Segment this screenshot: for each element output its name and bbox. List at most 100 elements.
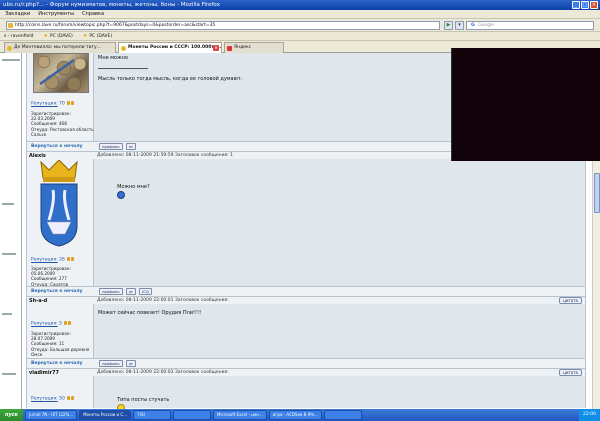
- reputation-link[interactable]: Репутация:: [31, 322, 58, 327]
- sidebar-line: [2, 203, 14, 205]
- tab-label: Де Монтевилла: мы потерели тигу...: [14, 45, 101, 50]
- post-header: Sh-a-d Добавлено: 08-11-2009 22:00:01 За…: [27, 296, 585, 304]
- reputation-link[interactable]: Репутация:: [31, 102, 58, 107]
- medal-icon: [64, 321, 68, 325]
- icq-button[interactable]: ICQ: [139, 288, 152, 295]
- navigation-bar: http://coins.lave.ru/forum/viewtopic.php…: [0, 19, 600, 32]
- post-author-column: Репутация: 50: [27, 376, 94, 408]
- post-footer: Вернуться к началу профиль лс ICQ: [27, 286, 585, 296]
- post-author-column: Репутация: 5 Зарегистрирован: 28.07.2009…: [27, 304, 94, 358]
- post-footer: Вернуться к началу профиль лс: [27, 358, 585, 368]
- coins-photo-icon: [37, 55, 87, 92]
- taskbar-item[interactable]: 7(6): [133, 410, 172, 420]
- reputation-value: 70: [59, 101, 65, 107]
- reputation: Репутация: 5: [31, 321, 72, 327]
- post-row: Репутация: 5 Зарегистрирован: 28.07.2009…: [27, 304, 585, 358]
- favicon-icon: [7, 46, 12, 51]
- post-body: Может сейчас повезет! Орудия Пли!!!!: [94, 304, 585, 358]
- reputation-link[interactable]: Репутация:: [31, 258, 58, 263]
- medal-icon: [71, 396, 75, 400]
- bookmark-label: PC (DAVE): [89, 33, 113, 39]
- sidebar-line: [2, 373, 16, 375]
- post-header: vladimir77 Добавлено: 08-11-2009 22:00:0…: [27, 368, 585, 376]
- bookmark-label: s - ravenfield: [4, 33, 34, 39]
- post-text-content: Можно мне?: [117, 184, 150, 190]
- pm-button[interactable]: лс: [125, 360, 137, 367]
- avatar: [33, 53, 89, 93]
- yandex-icon: [227, 46, 232, 51]
- user-info: Зарегистрирован: 05.06.2009 Сообщения: 2…: [31, 266, 71, 287]
- bookmark-item[interactable]: s - ravenfield: [4, 32, 33, 40]
- post-actions: профиль лс: [99, 360, 137, 367]
- back-to-top-link[interactable]: Вернуться к началу: [31, 361, 82, 366]
- scrollbar-thumb[interactable]: [594, 173, 600, 213]
- sidebar-line: [2, 253, 16, 255]
- favicon-icon: [121, 46, 126, 51]
- profile-button[interactable]: профиль: [99, 143, 123, 150]
- taskbar-item[interactable]: [173, 410, 212, 420]
- post-meta: Добавлено: 08-11-2009 22:00:01 Заголовок…: [97, 298, 229, 303]
- pm-button[interactable]: лс: [125, 288, 137, 295]
- forum-post: Alexis Добавлено: 08-11-2009 21:59:59 За…: [26, 151, 586, 296]
- video-overlay-window[interactable]: [451, 48, 600, 161]
- site-icon: [8, 23, 13, 28]
- quote-button[interactable]: цитата: [559, 297, 582, 304]
- medal-icon: [67, 396, 71, 400]
- quote-button[interactable]: цитата: [559, 369, 582, 376]
- taskbar-item[interactable]: [323, 410, 362, 420]
- back-to-top-link[interactable]: Вернуться к началу: [31, 144, 82, 149]
- medal-icon: [71, 101, 75, 105]
- medal-icon: [67, 257, 71, 261]
- reputation-link[interactable]: Репутация:: [31, 397, 58, 402]
- close-icon[interactable]: ×: [590, 1, 598, 9]
- post-text: Можно мне?: [98, 177, 150, 207]
- menu-bookmarks[interactable]: Закладки: [5, 10, 30, 18]
- maximize-icon[interactable]: □: [581, 1, 589, 9]
- post-row: Репутация: 26 Зарегистрирован: 05.06.200…: [27, 159, 585, 287]
- reputation-value: 50: [59, 396, 65, 402]
- pm-button[interactable]: лс: [125, 143, 137, 150]
- profile-button[interactable]: профиль: [99, 288, 123, 295]
- bookmark-item[interactable]: ★ PC (DAVE): [43, 32, 72, 40]
- post-text: Может сейчас повезет! Орудия Пли!!!!: [98, 310, 202, 316]
- url-text: http://coins.lave.ru/forum/viewtopic.php…: [15, 23, 216, 28]
- tab-3[interactable]: Яндекс: [224, 42, 284, 53]
- taskbar-item[interactable]: игра - ACDSee 8 (Ре...: [268, 410, 322, 420]
- taskbar-item[interactable]: Jurnal 7N - IXT (22%...: [25, 410, 78, 420]
- search-box[interactable]: G Google: [466, 21, 594, 30]
- star-icon: ★: [82, 32, 88, 39]
- dropdown-icon[interactable]: ▾: [455, 21, 464, 30]
- menu-tools[interactable]: Инструменты: [38, 10, 74, 18]
- window-title: ubs.ru/r.php?... - Форум нумизматов, мон…: [3, 2, 220, 8]
- menu-bar: Закладки Инструменты Справка: [0, 10, 600, 19]
- start-button[interactable]: пуск: [0, 409, 24, 421]
- forum-post: vladimir77 Добавлено: 08-11-2009 22:00:0…: [26, 368, 586, 409]
- menu-help[interactable]: Справка: [82, 10, 104, 18]
- medal-icon: [68, 321, 72, 325]
- tab-close-icon[interactable]: ×: [213, 45, 219, 51]
- medal-icon: [67, 101, 71, 105]
- coat-of-arms-icon: [40, 160, 78, 247]
- medal-icon: [71, 257, 75, 261]
- signature-divider: [98, 68, 148, 69]
- back-to-top-link[interactable]: Вернуться к началу: [31, 289, 82, 294]
- user-info: Зарегистрирован: 22.03.2009 Сообщения: 4…: [31, 111, 94, 137]
- post-author-column: Репутация: 26 Зарегистрирован: 05.06.200…: [27, 159, 94, 287]
- url-bar[interactable]: http://coins.lave.ru/forum/viewtopic.php…: [6, 21, 440, 30]
- post-body: Можно мне?: [94, 159, 585, 286]
- go-button[interactable]: ▶: [444, 21, 453, 30]
- taskbar: пуск Jurnal 7N - IXT (22%... Монеты Росс…: [0, 409, 600, 421]
- bookmark-item[interactable]: ★ PC (DAVE): [83, 32, 112, 40]
- search-placeholder: Google: [478, 23, 495, 28]
- tab-1[interactable]: Де Монтевилла: мы потерели тигу...: [4, 42, 116, 53]
- minimize-icon[interactable]: _: [572, 1, 580, 9]
- profile-button[interactable]: профиль: [99, 360, 123, 367]
- reputation: Репутация: 50: [31, 396, 75, 402]
- post-body: Типа посты стучать: [94, 376, 585, 409]
- taskbar-item[interactable]: Монеты России и С...: [79, 410, 132, 420]
- forum-post: Sh-a-d Добавлено: 08-11-2009 22:00:01 За…: [26, 296, 586, 368]
- star-icon: ★: [43, 32, 48, 39]
- taskbar-item[interactable]: Microsoft Excel - цен...: [213, 410, 267, 420]
- sidebar-line: [2, 59, 20, 61]
- sidebar-line: [2, 313, 12, 315]
